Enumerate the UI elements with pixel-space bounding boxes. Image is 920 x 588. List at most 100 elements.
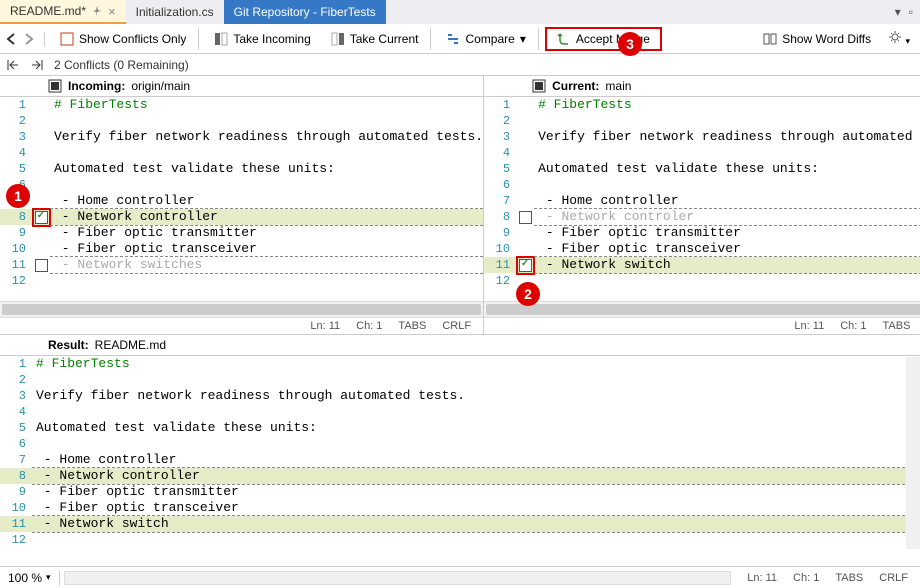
chevron-down-icon[interactable]: ▾	[892, 5, 904, 19]
code-line[interactable]: 11 - Network switches	[0, 257, 483, 273]
pane-status: Ln: 11 Ch: 1 TABS CRLF	[484, 317, 920, 334]
code-line[interactable]: 5Automated test validate these units:	[0, 420, 920, 436]
result-file: README.md	[95, 338, 166, 352]
status-ln: Ln: 11	[310, 320, 340, 332]
tab-label: Git Repository - FiberTests	[234, 5, 376, 19]
conflict-checkbox[interactable]	[35, 259, 48, 272]
code-line[interactable]: 3Verify fiber network readiness through …	[0, 388, 920, 404]
incoming-pane: Incoming: origin/main 1# FiberTests23Ver…	[0, 76, 484, 334]
code-line[interactable]: 11 - Network switch	[484, 257, 920, 273]
code-line[interactable]: 6	[0, 436, 920, 452]
code-line[interactable]: 5Automated test validate these units:	[484, 161, 920, 177]
line-text: Automated test validate these units:	[50, 161, 335, 177]
hscrollbar[interactable]	[484, 301, 920, 317]
line-text: - Fiber optic transmitter	[50, 225, 257, 241]
checkbox-col	[516, 211, 534, 224]
conflicts-count: 2 Conflicts (0 Remaining)	[54, 58, 189, 72]
line-number: 2	[0, 113, 32, 129]
line-number: 8	[484, 209, 516, 225]
code-line[interactable]: 7 - Home controller	[0, 193, 483, 209]
code-line[interactable]: 3Verify fiber network readiness through …	[0, 129, 483, 145]
code-line[interactable]: 5Automated test validate these units:	[0, 161, 483, 177]
code-line[interactable]: 7 - Home controller	[0, 452, 920, 468]
line-text: Automated test validate these units:	[534, 161, 819, 177]
line-number: 9	[484, 225, 516, 241]
next-conflict-icon[interactable]	[30, 58, 44, 72]
code-line[interactable]: 11 - Network switch	[0, 516, 920, 532]
code-line[interactable]: 2	[0, 372, 920, 388]
conflicts-bar: 2 Conflicts (0 Remaining)	[0, 54, 920, 76]
show-word-diffs-button[interactable]: Show Word Diffs	[754, 28, 880, 50]
code-line[interactable]: 2	[484, 113, 920, 129]
result-code[interactable]: 1# FiberTests23Verify fiber network read…	[0, 356, 920, 548]
code-line[interactable]: 12	[484, 273, 920, 289]
status-tabs: TABS	[883, 320, 911, 332]
code-line[interactable]: 8 - Network controler	[484, 209, 920, 225]
line-number: 9	[0, 484, 32, 500]
branch-name: main	[605, 79, 631, 93]
tab-init[interactable]: Initialization.cs	[126, 0, 224, 24]
code-line[interactable]: 9 - Fiber optic transmitter	[0, 225, 483, 241]
status-ch: Ch: 1	[356, 320, 382, 332]
code-line[interactable]: 12	[0, 273, 483, 289]
code-line[interactable]: 1# FiberTests	[0, 97, 483, 113]
line-number: 12	[484, 273, 516, 289]
line-number: 2	[484, 113, 516, 129]
hscrollbar[interactable]	[0, 301, 483, 317]
conflict-checkbox[interactable]	[519, 211, 532, 224]
tab-readme[interactable]: README.md* ×	[0, 0, 126, 24]
annotation-callout: 2	[516, 282, 540, 306]
branch-name: origin/main	[131, 79, 190, 93]
first-conflict-icon[interactable]	[6, 58, 20, 72]
back-icon[interactable]	[4, 32, 18, 46]
settings-button[interactable]: ▾	[882, 30, 916, 47]
code-line[interactable]: 4	[0, 404, 920, 420]
line-text: # FiberTests	[50, 97, 148, 113]
take-incoming-button[interactable]: Take Incoming	[205, 28, 319, 50]
code-line[interactable]: 7 - Home controller	[484, 193, 920, 209]
line-number: 6	[484, 177, 516, 193]
line-number: 7	[0, 452, 32, 468]
code-line[interactable]: 12	[0, 532, 920, 548]
line-number: 8	[0, 468, 32, 484]
bottom-bar: 100 % ▾ Ln: 11 Ch: 1 TABS CRLF	[0, 566, 920, 588]
conflict-checkbox[interactable]	[35, 211, 48, 224]
forward-icon[interactable]	[22, 32, 36, 46]
code-line[interactable]: 6	[0, 177, 483, 193]
code-line[interactable]: 6	[484, 177, 920, 193]
line-number: 4	[0, 145, 32, 161]
code-line[interactable]: 1# FiberTests	[0, 356, 920, 372]
merge-toolbar: Show Conflicts Only Take Incoming Take C…	[0, 24, 920, 54]
window-icon[interactable]: ▫	[906, 5, 916, 19]
code-line[interactable]: 1# FiberTests	[484, 97, 920, 113]
incoming-code[interactable]: 1# FiberTests23Verify fiber network read…	[0, 97, 483, 301]
checkbox-col	[516, 259, 534, 272]
line-number: 12	[0, 532, 32, 548]
conflict-checkbox[interactable]	[519, 259, 532, 272]
code-line[interactable]: 2	[0, 113, 483, 129]
compare-button[interactable]: Compare ▾	[437, 28, 538, 50]
zoom-selector[interactable]: 100 % ▾	[0, 571, 60, 585]
current-code[interactable]: 1# FiberTests23Verify fiber network read…	[484, 97, 920, 301]
hscrollbar[interactable]	[64, 571, 732, 585]
vscrollbar[interactable]	[906, 357, 920, 549]
code-line[interactable]: 9 - Fiber optic transmitter	[484, 225, 920, 241]
code-line[interactable]: 3Verify fiber network readiness through …	[484, 129, 920, 145]
code-line[interactable]: 10 - Fiber optic transceiver	[0, 241, 483, 257]
nav-arrows	[4, 32, 45, 46]
code-line[interactable]: 8 - Network controller	[0, 468, 920, 484]
code-line[interactable]: 4	[484, 145, 920, 161]
code-line[interactable]: 10 - Fiber optic transceiver	[0, 500, 920, 516]
take-current-button[interactable]: Take Current	[322, 28, 432, 50]
code-line[interactable]: 10 - Fiber optic transceiver	[484, 241, 920, 257]
code-line[interactable]: 4	[0, 145, 483, 161]
code-line[interactable]: 8 - Network controller	[0, 209, 483, 225]
code-line[interactable]: 9 - Fiber optic transmitter	[0, 484, 920, 500]
tab-git-repo[interactable]: Git Repository - FiberTests	[224, 0, 386, 24]
line-text: Verify fiber network readiness through a…	[32, 388, 465, 404]
pin-icon[interactable]	[92, 6, 102, 16]
incoming-header: Incoming: origin/main	[0, 76, 483, 97]
accept-merge-button[interactable]: Accept Merge	[545, 27, 662, 51]
close-icon[interactable]: ×	[108, 4, 116, 19]
show-conflicts-button[interactable]: Show Conflicts Only	[51, 28, 199, 50]
